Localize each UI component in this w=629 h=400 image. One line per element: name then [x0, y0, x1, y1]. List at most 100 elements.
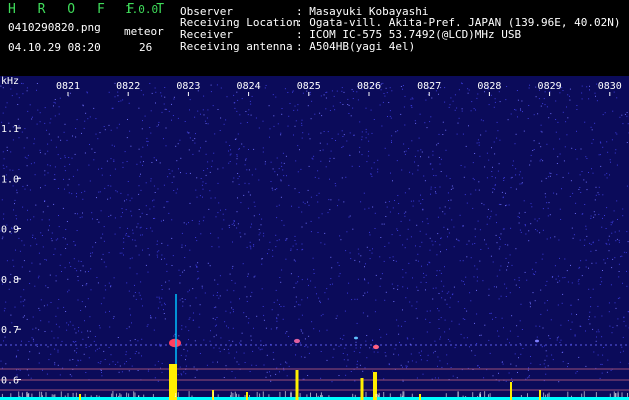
- noise-bar: [567, 391, 569, 397]
- noise-bar: [290, 392, 292, 397]
- noise-bar: [236, 393, 237, 397]
- noise-bar: [64, 395, 66, 397]
- noise-bar: [617, 393, 619, 397]
- y-tick-label: 0.7: [1, 325, 19, 336]
- noise-bar: [279, 391, 281, 397]
- app-version: 1.0.0: [125, 3, 159, 16]
- antenna-label: Receiving antenna: [180, 40, 293, 53]
- y-tick-label: 1.1: [1, 124, 19, 135]
- meteor-bar: [510, 382, 512, 400]
- noise-bar: [75, 392, 77, 397]
- noise-bar: [316, 393, 317, 397]
- noise-bar: [21, 392, 23, 397]
- noise-bar: [116, 393, 117, 397]
- noise-bar: [402, 391, 404, 397]
- noise-bar: [177, 392, 179, 397]
- noise-bar: [472, 392, 474, 397]
- noise-bar: [230, 391, 232, 397]
- noise-bar: [111, 393, 113, 397]
- meteor-count: 26: [139, 41, 153, 54]
- noise-bar: [45, 392, 47, 397]
- noise-bar: [477, 396, 479, 397]
- noise-bar: [403, 391, 405, 397]
- noise-bar: [354, 394, 356, 397]
- meteor-label: meteor: [124, 25, 164, 38]
- x-tick-label: 0821: [56, 81, 80, 92]
- meteor-echo: [354, 336, 358, 340]
- noise-bar: [238, 394, 240, 397]
- noise-bar: [217, 394, 219, 397]
- noise-bar: [18, 391, 20, 397]
- noise-bar: [328, 395, 330, 397]
- noise-bar: [262, 391, 264, 397]
- noise-bar: [212, 391, 214, 397]
- noise-bar: [234, 391, 236, 397]
- noise-bar: [457, 391, 459, 397]
- timestamp-label: 04.10.29 08:20: [8, 41, 101, 54]
- x-tick-label: 0828: [477, 81, 501, 92]
- noise-bar: [376, 393, 378, 397]
- noise-bar: [26, 391, 28, 397]
- noise-bar: [365, 391, 367, 397]
- meteor-bar: [246, 392, 248, 400]
- noise-bar: [244, 395, 246, 397]
- noise-bar: [174, 396, 176, 397]
- noise-bar: [489, 393, 491, 397]
- meteor-echo: [169, 338, 181, 348]
- spectrogram-background: [0, 76, 629, 400]
- noise-bar: [72, 392, 74, 397]
- noise-bar: [284, 391, 286, 397]
- noise-bar: [310, 392, 311, 397]
- noise-bar: [96, 395, 98, 397]
- noise-bar: [41, 391, 43, 397]
- noise-bar: [609, 393, 611, 397]
- noise-bar: [320, 395, 321, 397]
- noise-bar: [268, 394, 270, 397]
- noise-bar: [60, 391, 62, 397]
- noise-bar: [31, 393, 33, 397]
- noise-bar: [320, 392, 322, 397]
- noise-bar: [191, 395, 193, 397]
- noise-bar: [520, 395, 522, 397]
- noise-bar: [321, 395, 323, 397]
- noise-bar: [378, 392, 380, 397]
- noise-bar: [317, 395, 319, 397]
- meteor-bar: [79, 394, 81, 400]
- meteor-bar: [360, 378, 364, 400]
- antenna-value: : A504HB(yagi 4el): [296, 40, 416, 53]
- meteor-echo: [373, 344, 379, 350]
- x-tick-label: 0830: [598, 81, 622, 92]
- noise-bar: [479, 393, 481, 397]
- noise-bar: [627, 393, 628, 397]
- x-tick-label: 0823: [176, 81, 200, 92]
- noise-bar: [1, 393, 3, 397]
- noise-bar: [84, 393, 86, 397]
- noise-bar: [383, 392, 385, 397]
- noise-bar: [126, 392, 128, 397]
- noise-bar: [232, 392, 234, 397]
- x-tick-label: 0824: [237, 81, 261, 92]
- y-tick-label: 0.9: [1, 225, 19, 236]
- x-tick-label: 0827: [417, 81, 441, 92]
- noise-bar: [259, 393, 261, 397]
- x-tick-label: 0826: [357, 81, 381, 92]
- spectrogram-plot: 0821 0822 0823 0824 0825 0826 0827 0828 0829 0830…: [0, 76, 629, 400]
- noise-bar: [54, 394, 56, 397]
- meteor-bar: [295, 370, 299, 400]
- noise-bar: [306, 394, 308, 397]
- x-tick-label: 0822: [116, 81, 140, 92]
- x-tick-label: 0829: [538, 81, 562, 92]
- meteor-bar: [539, 390, 541, 400]
- noise-bar: [10, 393, 12, 397]
- noise-bar: [138, 395, 140, 397]
- noise-bar: [128, 393, 130, 397]
- noise-bar: [595, 392, 597, 397]
- noise-bar: [134, 392, 136, 397]
- noise-bar: [547, 393, 549, 397]
- noise-bar: [614, 393, 616, 397]
- noise-bar: [445, 393, 447, 397]
- y-tick-label: 0.8: [1, 275, 19, 286]
- x-tick-label: 0825: [297, 81, 321, 92]
- y-tick-label: 0.6: [1, 376, 19, 387]
- noise-bar: [581, 393, 583, 397]
